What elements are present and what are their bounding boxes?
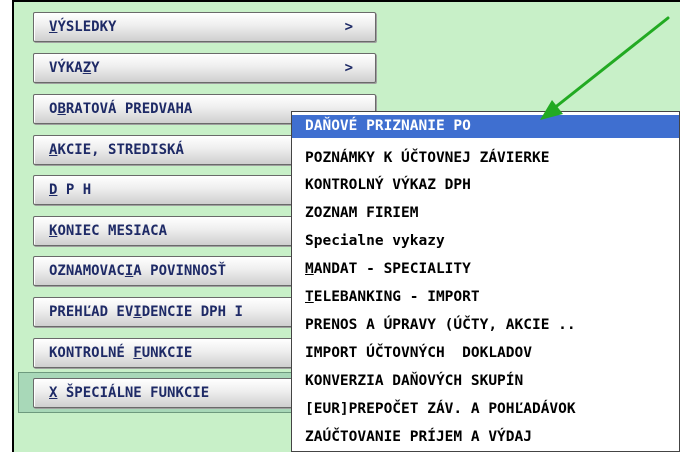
- menu-label: ONIEC MESIACA: [57, 223, 168, 239]
- submenu-label: KONTROLNÝ VÝKAZ DPH: [305, 177, 471, 193]
- submenu-item-konverzia-danovych-skupin[interactable]: KONVERZIA DAŇOVÝCH SKUPÍN: [292, 370, 679, 393]
- submenu-item-import-uctovnych-dokladov[interactable]: IMPORT ÚČTOVNÝCH DOKLADOV: [292, 342, 679, 365]
- submenu-label: IMPORT ÚČTOVNÝCH DOKLADOV: [305, 345, 532, 361]
- menu-label: KCIE, STREDISKÁ: [57, 142, 184, 158]
- menu-label: KONTROLNÉ: [49, 345, 134, 361]
- submenu-item-prenos-upravy[interactable]: PRENOS A ÚPRAVY (ÚČTY, AKCIE ..: [292, 314, 679, 337]
- submenu-hotkey: M: [305, 261, 314, 277]
- submenu-item-zauctovanie-prijem-vydaj[interactable]: ZAÚČTOVANIE PRÍJEM A VÝDAJ: [292, 426, 679, 449]
- submenu-label: DAŇOVÉ PRIZNANIE PO: [305, 118, 471, 134]
- menu-label: ÝSLEDKY: [57, 19, 117, 35]
- submenu-arrow-icon: >: [344, 60, 353, 76]
- menu-button-vysledky[interactable]: VÝSLEDKY >: [33, 12, 376, 42]
- menu-label: VÝKA: [49, 60, 83, 76]
- submenu-label: [EUR]PREPOČET ZÁV. A POHĽADÁVOK: [305, 401, 576, 417]
- menu-label: P H: [57, 182, 92, 198]
- submenu-item-telebanking-import[interactable]: TELEBANKING - IMPORT: [292, 286, 679, 309]
- menu-label: A POVINNOSŤ: [133, 263, 227, 279]
- submenu-label: POZNÁMKY K ÚČTOVNEJ ZÁVIERKE: [305, 150, 550, 166]
- submenu-item-poznamky[interactable]: POZNÁMKY K ÚČTOVNEJ ZÁVIERKE: [292, 147, 679, 170]
- submenu-item-eur-prepocet[interactable]: [EUR]PREPOČET ZÁV. A POHĽADÁVOK: [292, 398, 679, 421]
- menu-hotkey: F: [133, 345, 142, 361]
- menu-label: UNKCIE: [141, 345, 193, 361]
- menu-hotkey: I: [133, 304, 142, 320]
- menu-label: Y: [91, 60, 100, 76]
- submenu-item-specialne-vykazy[interactable]: Specialne vykazy: [292, 230, 679, 253]
- menu-hotkey: B: [57, 101, 66, 117]
- menu-label: PREHĽAD EV: [49, 304, 134, 320]
- menu-label: RATOVÁ PREDVAHA: [65, 101, 193, 117]
- submenu-item-danove-priznanie-po[interactable]: DAŇOVÉ PRIZNANIE PO: [292, 115, 679, 138]
- submenu-hotkey: T: [305, 289, 314, 305]
- submenu-label: ELEBANKING - IMPORT: [313, 289, 480, 305]
- submenu-item-kontrolny-vykaz-dph[interactable]: KONTROLNÝ VÝKAZ DPH: [292, 174, 679, 197]
- submenu-arrow-icon: >: [344, 19, 353, 35]
- menu-label: ŠPECIÁLNE FUNKCIE: [57, 385, 210, 401]
- submenu-label: KONVERZIA DAŇOVÝCH SKUPÍN: [305, 373, 524, 389]
- menu-label: OZNAMOVAC: [49, 263, 125, 279]
- submenu-label: PRENOS A ÚPRAVY (ÚČTY, AKCIE ..: [305, 317, 576, 333]
- submenu-label: ZOZNAM FIRIEM: [305, 205, 419, 221]
- submenu-label: ZAÚČTOVANIE PRÍJEM A VÝDAJ: [305, 429, 532, 445]
- submenu-item-mandat-speciality[interactable]: MANDAT - SPECIALITY: [292, 258, 679, 281]
- menu-label: DENCIE DPH I: [141, 304, 243, 320]
- special-functions-submenu: DAŇOVÉ PRIZNANIE PO POZNÁMKY K ÚČTOVNEJ …: [291, 111, 680, 452]
- menu-hotkey: Z: [82, 60, 92, 76]
- submenu-item-zoznam-firiem[interactable]: ZOZNAM FIRIEM: [292, 202, 679, 225]
- menu-button-vykazy[interactable]: VÝKAZY >: [33, 53, 376, 83]
- submenu-label: Specialne vykazy: [305, 233, 445, 249]
- submenu-label: ANDAT - SPECIALITY: [313, 261, 471, 277]
